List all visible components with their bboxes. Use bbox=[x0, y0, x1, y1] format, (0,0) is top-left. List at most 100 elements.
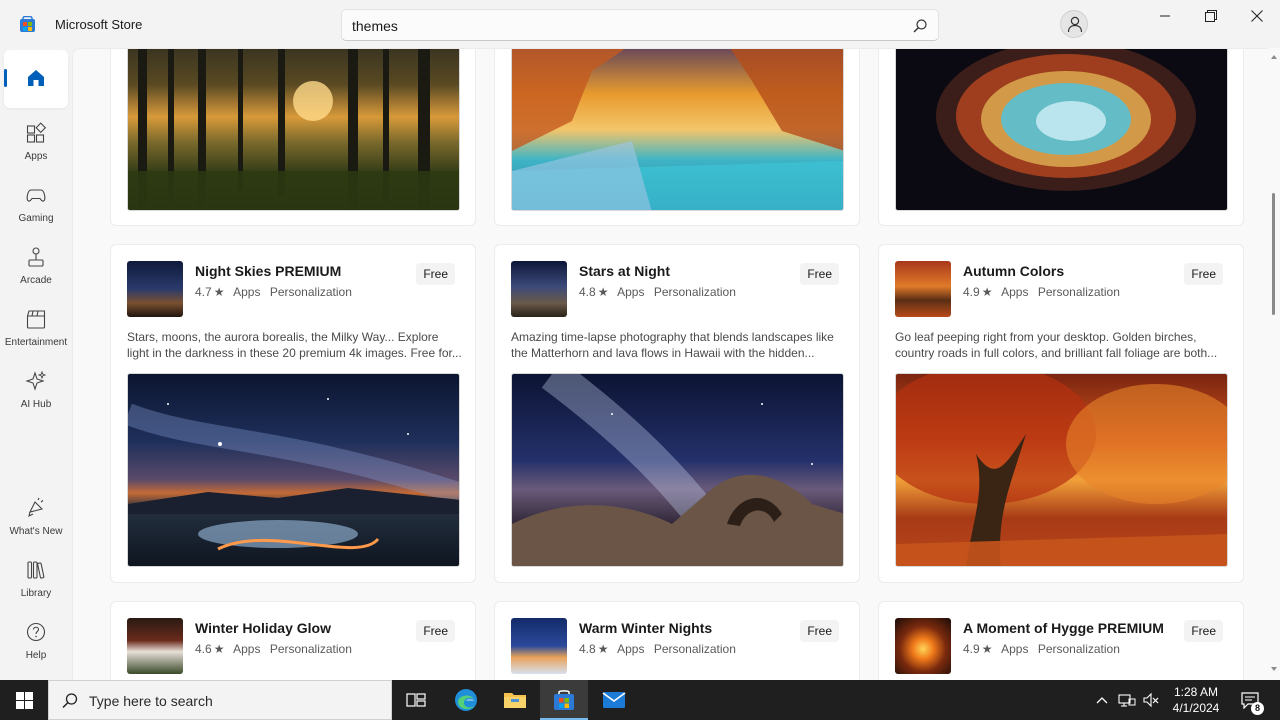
windows-taskbar: Type here to search 1:28 AM 4/1/2024 8 bbox=[0, 680, 1280, 720]
sidebar-item-ai-hub[interactable]: AI Hub bbox=[4, 362, 68, 420]
search-input[interactable] bbox=[352, 16, 892, 36]
sidebar-item-home[interactable] bbox=[4, 50, 68, 108]
star-icon: ★ bbox=[597, 285, 609, 299]
price-badge[interactable]: Free bbox=[416, 620, 455, 642]
result-card-partial[interactable] bbox=[110, 49, 476, 226]
result-card[interactable]: A Moment of Hygge PREMIUM 4.9 ★ Apps Pers… bbox=[878, 601, 1244, 680]
sidebar-item-label: Entertainment bbox=[4, 337, 68, 348]
subcategory: Personalization bbox=[269, 285, 352, 299]
nebula-image bbox=[895, 49, 1228, 211]
app-title[interactable]: Warm Winter Nights bbox=[579, 620, 712, 636]
subcategory: Personalization bbox=[1037, 285, 1120, 299]
category: Apps bbox=[617, 642, 645, 656]
sidebar-item-library[interactable]: Library bbox=[4, 551, 68, 609]
app-title[interactable]: Winter Holiday Glow bbox=[195, 620, 331, 636]
task-view-button[interactable] bbox=[392, 680, 440, 720]
minimize-button[interactable] bbox=[1142, 0, 1188, 32]
network-button[interactable] bbox=[1116, 680, 1138, 720]
result-card-partial[interactable] bbox=[494, 49, 860, 226]
close-icon bbox=[1251, 10, 1263, 22]
restore-icon bbox=[1205, 10, 1217, 22]
scroll-down-icon[interactable] bbox=[1270, 665, 1278, 673]
taskbar-app-file-explorer[interactable] bbox=[491, 680, 539, 720]
app-meta: 4.8 ★ Apps Personalization bbox=[579, 642, 742, 656]
help-icon bbox=[26, 622, 46, 642]
result-card[interactable]: Night Skies PREMIUM 4.7 ★ Apps Personaliz… bbox=[110, 244, 476, 583]
rating: 4.8 bbox=[579, 285, 596, 299]
sidebar-item-label: Apps bbox=[24, 151, 48, 162]
rating: 4.9 bbox=[963, 285, 980, 299]
app-title[interactable]: A Moment of Hygge PREMIUM bbox=[963, 620, 1164, 636]
close-button[interactable] bbox=[1234, 0, 1280, 32]
minimize-icon bbox=[1160, 15, 1170, 17]
account-avatar[interactable] bbox=[1060, 10, 1088, 38]
scroll-thumb[interactable] bbox=[1272, 193, 1275, 315]
taskbar-search-box[interactable]: Type here to search bbox=[48, 680, 392, 720]
subcategory: Personalization bbox=[653, 642, 736, 656]
rating: 4.6 bbox=[195, 642, 212, 656]
sidebar-item-gaming[interactable]: Gaming bbox=[4, 176, 68, 234]
result-card[interactable]: Winter Holiday Glow 4.6 ★ Apps Personaliz… bbox=[110, 601, 476, 680]
category: Apps bbox=[1001, 285, 1029, 299]
subcategory: Personalization bbox=[653, 285, 736, 299]
category: Apps bbox=[1001, 642, 1029, 656]
star-icon: ★ bbox=[981, 285, 993, 299]
search-icon[interactable] bbox=[912, 18, 928, 34]
library-icon bbox=[27, 561, 45, 579]
notification-center-button[interactable] bbox=[1232, 680, 1268, 720]
gaming-icon bbox=[26, 189, 46, 202]
app-meta: 4.8 ★ Apps Personalization bbox=[579, 285, 742, 299]
subcategory: Personalization bbox=[1037, 642, 1120, 656]
network-icon bbox=[1118, 694, 1136, 707]
star-icon: ★ bbox=[597, 642, 609, 656]
result-card[interactable]: Stars at Night 4.8 ★ Apps Personalization… bbox=[494, 244, 860, 583]
volume-muted-icon bbox=[1143, 692, 1159, 708]
app-description: Stars, moons, the aurora borealis, the M… bbox=[127, 330, 462, 360]
search-icon bbox=[62, 693, 78, 709]
notification-count-badge: 8 bbox=[1251, 702, 1264, 715]
vertical-scrollbar[interactable] bbox=[1268, 48, 1280, 680]
app-title: Microsoft Store bbox=[55, 17, 143, 32]
app-title[interactable]: Autumn Colors bbox=[963, 263, 1064, 279]
taskbar-app-mail[interactable] bbox=[590, 680, 638, 720]
app-title[interactable]: Night Skies PREMIUM bbox=[195, 263, 341, 279]
volume-button[interactable] bbox=[1140, 680, 1162, 720]
milky-way-arch-image bbox=[511, 373, 844, 567]
clock-time: 1:28 AM bbox=[1173, 685, 1219, 699]
app-thumbnail bbox=[127, 618, 183, 674]
result-card[interactable]: Autumn Colors 4.9 ★ Apps Personalization … bbox=[878, 244, 1244, 583]
start-button[interactable] bbox=[0, 680, 48, 720]
sidebar-item-arcade[interactable]: Arcade bbox=[4, 238, 68, 296]
maximize-button[interactable] bbox=[1188, 0, 1234, 32]
result-card-partial[interactable] bbox=[878, 49, 1244, 226]
app-title[interactable]: Stars at Night bbox=[579, 263, 670, 279]
taskbar-search-placeholder[interactable]: Type here to search bbox=[89, 693, 213, 709]
sidebar-item-entertainment[interactable]: Entertainment bbox=[4, 300, 68, 358]
taskbar-app-microsoft-store[interactable] bbox=[540, 680, 588, 720]
app-thumbnail bbox=[895, 618, 951, 674]
home-icon bbox=[28, 70, 44, 86]
sidebar-item-help[interactable]: Help bbox=[4, 613, 68, 671]
price-badge[interactable]: Free bbox=[1184, 620, 1223, 642]
app-description: Go leaf peeping right from your desktop.… bbox=[895, 330, 1218, 360]
sidebar-item-whats-new[interactable]: What's New bbox=[4, 489, 68, 547]
taskbar-clock[interactable]: 1:28 AM 4/1/2024 bbox=[1164, 684, 1228, 716]
taskbar-app-edge[interactable] bbox=[442, 680, 490, 720]
sidebar-item-apps[interactable]: Apps bbox=[4, 114, 68, 172]
price-badge[interactable]: Free bbox=[416, 263, 455, 285]
price-badge[interactable]: Free bbox=[800, 620, 839, 642]
ai-hub-icon bbox=[25, 370, 47, 391]
title-bar: Microsoft Store bbox=[0, 0, 1280, 48]
result-card[interactable]: Warm Winter Nights 4.8 ★ Apps Personaliza… bbox=[494, 601, 860, 680]
mail-icon bbox=[602, 692, 626, 708]
rating: 4.7 bbox=[195, 285, 212, 299]
folder-icon bbox=[504, 693, 526, 708]
store-search-box[interactable] bbox=[341, 9, 939, 41]
scroll-up-icon[interactable] bbox=[1270, 53, 1278, 61]
sidebar-item-label: What's New bbox=[9, 526, 63, 537]
price-badge[interactable]: Free bbox=[800, 263, 839, 285]
tray-overflow-button[interactable] bbox=[1092, 680, 1112, 720]
sidebar-item-label: Library bbox=[20, 588, 52, 599]
subcategory: Personalization bbox=[269, 642, 352, 656]
price-badge[interactable]: Free bbox=[1184, 263, 1223, 285]
